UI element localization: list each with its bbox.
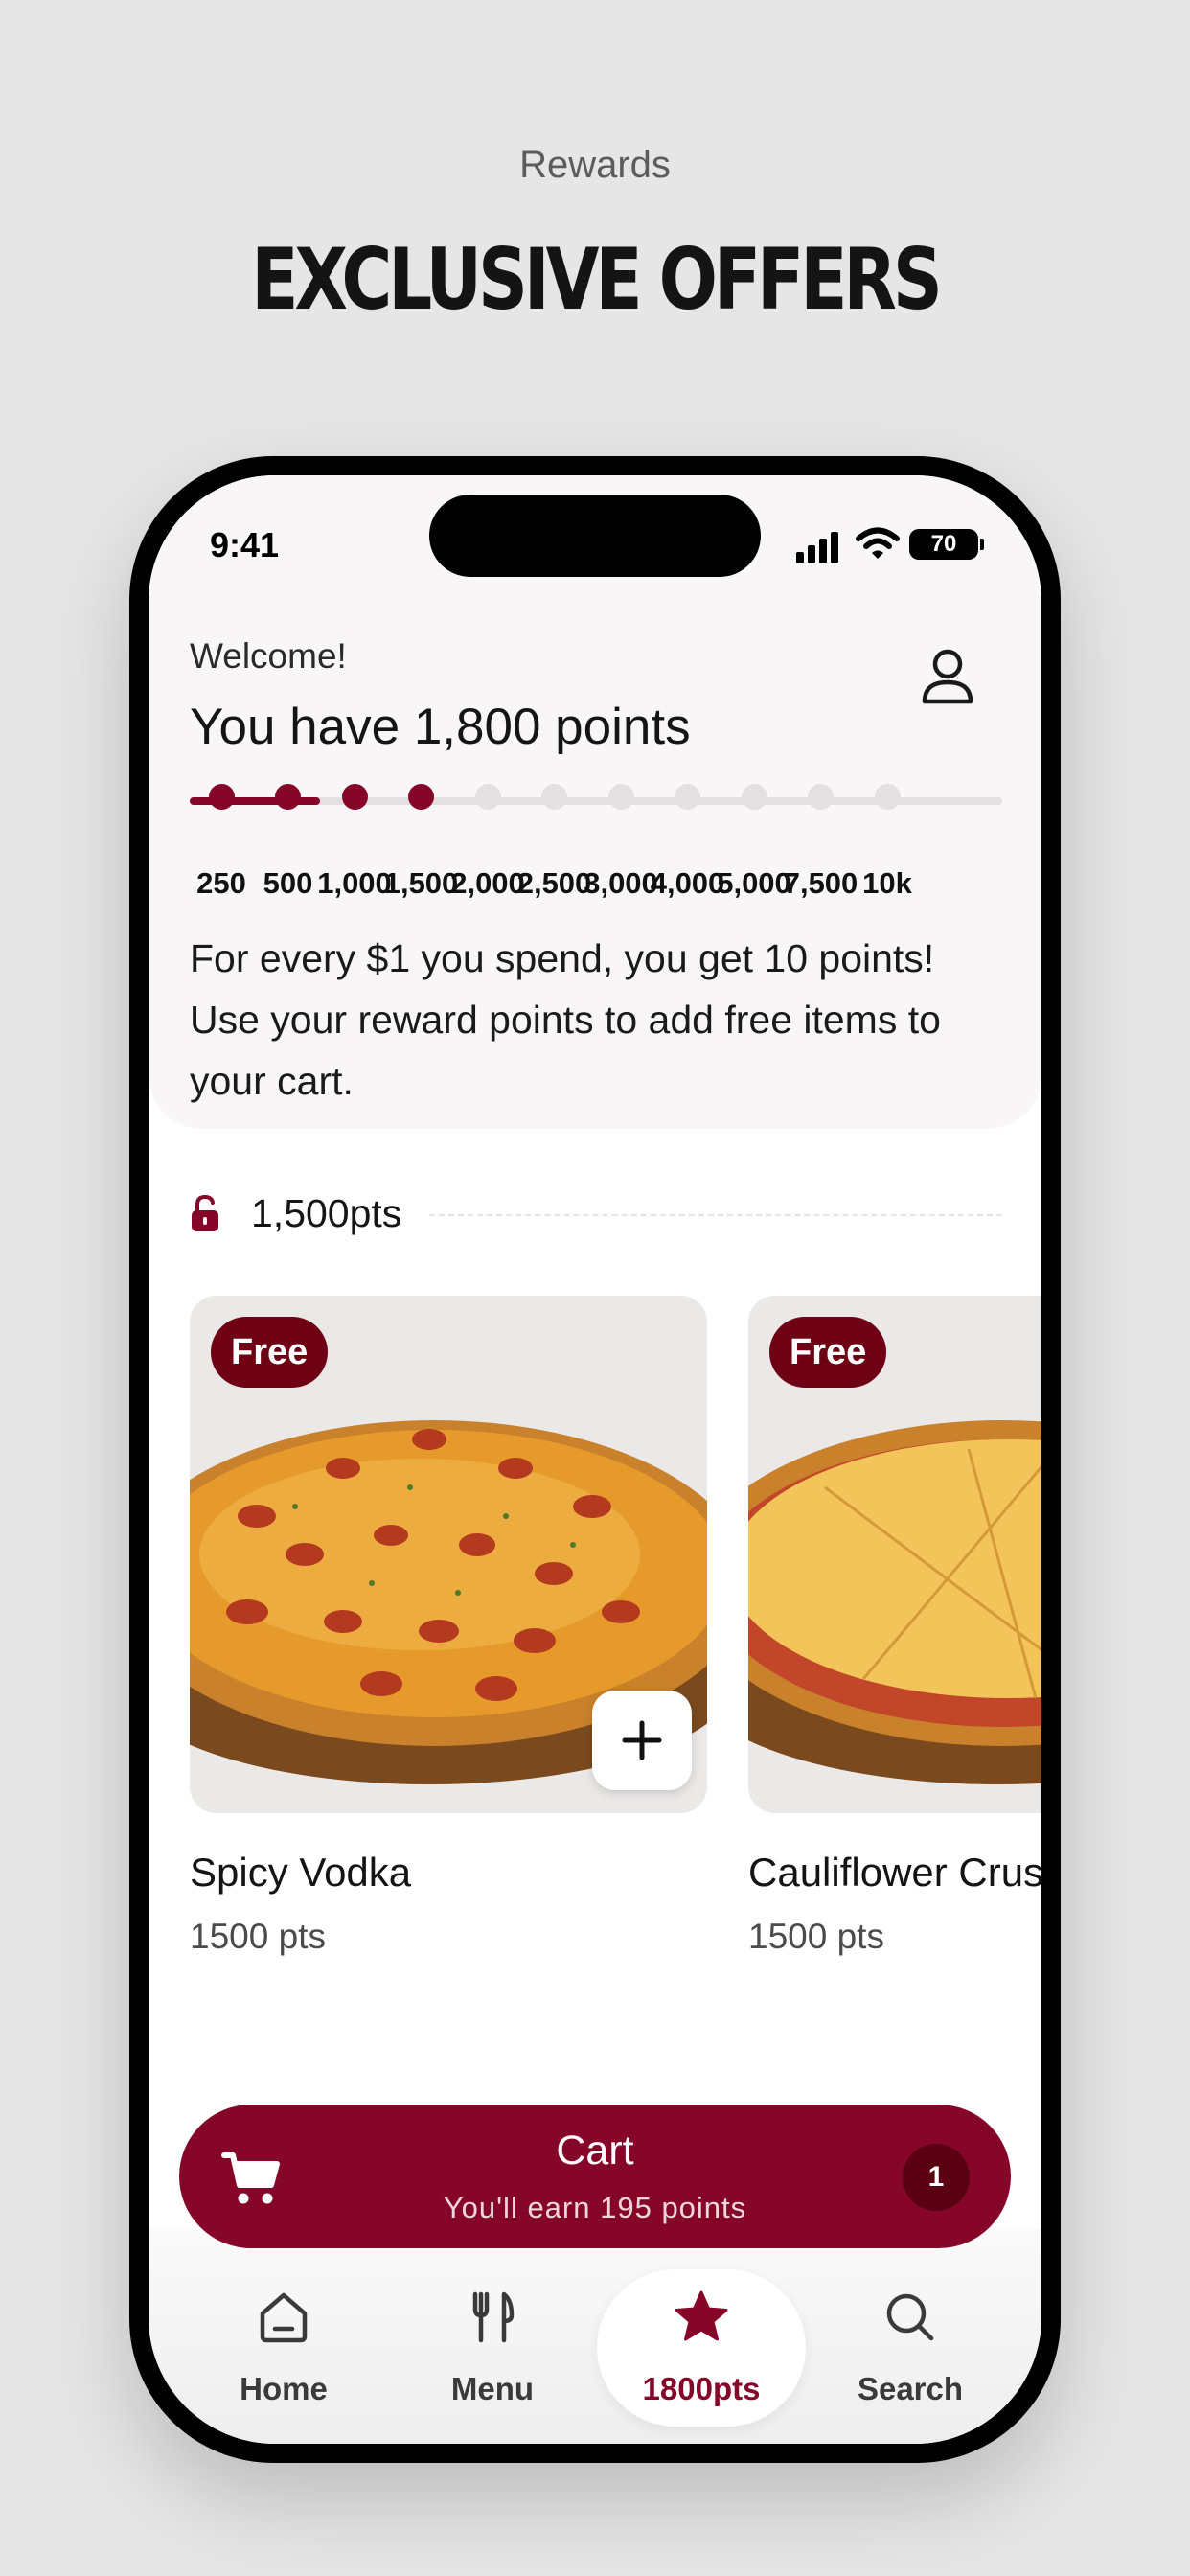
cart-count-badge: 1 — [903, 2144, 970, 2211]
reward-item-card[interactable]: Free Spicy Vodka 1500 pts — [190, 1296, 707, 1957]
rewards-info: For every $1 you spend, you get 10 point… — [190, 936, 941, 1103]
star-icon — [675, 2290, 728, 2341]
battery-tip — [980, 539, 984, 550]
cart-button[interactable]: Cart You'll earn 195 points 1 — [179, 2104, 1011, 2248]
free-badge: Free — [211, 1317, 329, 1388]
milestone-dot — [874, 784, 901, 810]
milestone-label: 250 — [196, 866, 246, 900]
milestone-label: 500 — [263, 866, 313, 900]
milestone-dot — [474, 784, 501, 810]
phone-frame: 9:41 70 Welcome! You have 1,800 points 2… — [129, 456, 1061, 2463]
item-points: 1500 pts — [748, 1917, 884, 1956]
free-badge: Free — [769, 1317, 887, 1388]
tab-menu[interactable]: Menu — [388, 2269, 597, 2426]
status-time: 9:41 — [210, 525, 280, 564]
milestone-label: 4,000 — [650, 866, 725, 900]
rewards-panel: 9:41 70 Welcome! You have 1,800 points 2… — [149, 475, 1041, 1129]
milestone-label: 5,000 — [717, 866, 791, 900]
item-points: 1500 pts — [190, 1917, 326, 1956]
milestone-dot — [741, 784, 767, 810]
cart-title: Cart — [556, 2128, 634, 2174]
dynamic-island — [429, 494, 761, 577]
tab-rewards[interactable]: 1800pts — [597, 2269, 806, 2426]
points-heading: You have 1,800 points — [190, 699, 691, 755]
pizza-image: Free — [748, 1296, 1041, 1813]
milestone-dot — [275, 784, 301, 810]
milestone-dot — [408, 784, 434, 810]
app-screen: 9:41 70 Welcome! You have 1,800 points 2… — [149, 475, 1041, 2444]
tier-row: 1,500pts — [190, 1188, 1002, 1238]
profile-icon[interactable] — [921, 648, 974, 705]
milestone-dot — [607, 784, 634, 810]
milestone-label: 2,000 — [450, 866, 525, 900]
tab-label: Search — [857, 2371, 964, 2406]
tab-search[interactable]: Search — [806, 2269, 1015, 2426]
milestone-dot — [541, 784, 567, 810]
milestone-label: 7,500 — [783, 866, 858, 900]
milestone-dot — [675, 784, 700, 810]
signal-icon — [819, 539, 827, 564]
home-icon — [260, 2292, 308, 2343]
wifi-icon — [856, 527, 900, 559]
welcome-text: Welcome! — [190, 636, 347, 676]
tab-home[interactable]: Home — [179, 2269, 388, 2426]
tab-label: Home — [240, 2371, 328, 2406]
search-icon — [886, 2293, 934, 2341]
signal-icon — [808, 545, 815, 564]
milestone-dot — [808, 784, 834, 810]
tab-label: Menu — [450, 2371, 535, 2406]
unlock-icon — [192, 1194, 218, 1231]
fork-knife-icon — [472, 2291, 515, 2343]
signal-icon — [831, 532, 838, 564]
milestone-label: 10k — [862, 866, 912, 900]
milestone-label: 1,500 — [383, 866, 459, 900]
milestone-label: 2,500 — [516, 866, 592, 900]
tier-divider — [429, 1214, 1002, 1216]
pizza-image: Free — [190, 1296, 707, 1813]
header-title: EXCLUSIVE OFFERS — [251, 230, 943, 329]
reward-item-card[interactable]: Free Cauliflower Crust 1500 pts — [748, 1296, 1041, 1957]
add-to-cart-button[interactable] — [592, 1690, 692, 1790]
status-icons: 70 — [796, 525, 984, 564]
tab-label: 1800pts — [642, 2371, 761, 2406]
tier-label: 1,500pts — [251, 1191, 402, 1235]
milestone-dot — [208, 784, 235, 810]
milestone-label: 3,000 — [584, 866, 658, 900]
cart-earn-text: You'll earn 195 points — [443, 2191, 747, 2224]
milestone-label: 1,000 — [317, 866, 392, 900]
plus-icon — [622, 1720, 662, 1760]
item-name: Cauliflower Crust — [748, 1850, 1041, 1895]
item-name: Spicy Vodka — [190, 1850, 412, 1895]
battery-icon: 70 — [909, 529, 978, 560]
milestone-dot — [341, 784, 368, 810]
header-kicker: Rewards — [519, 144, 671, 186]
signal-icon — [796, 552, 804, 564]
